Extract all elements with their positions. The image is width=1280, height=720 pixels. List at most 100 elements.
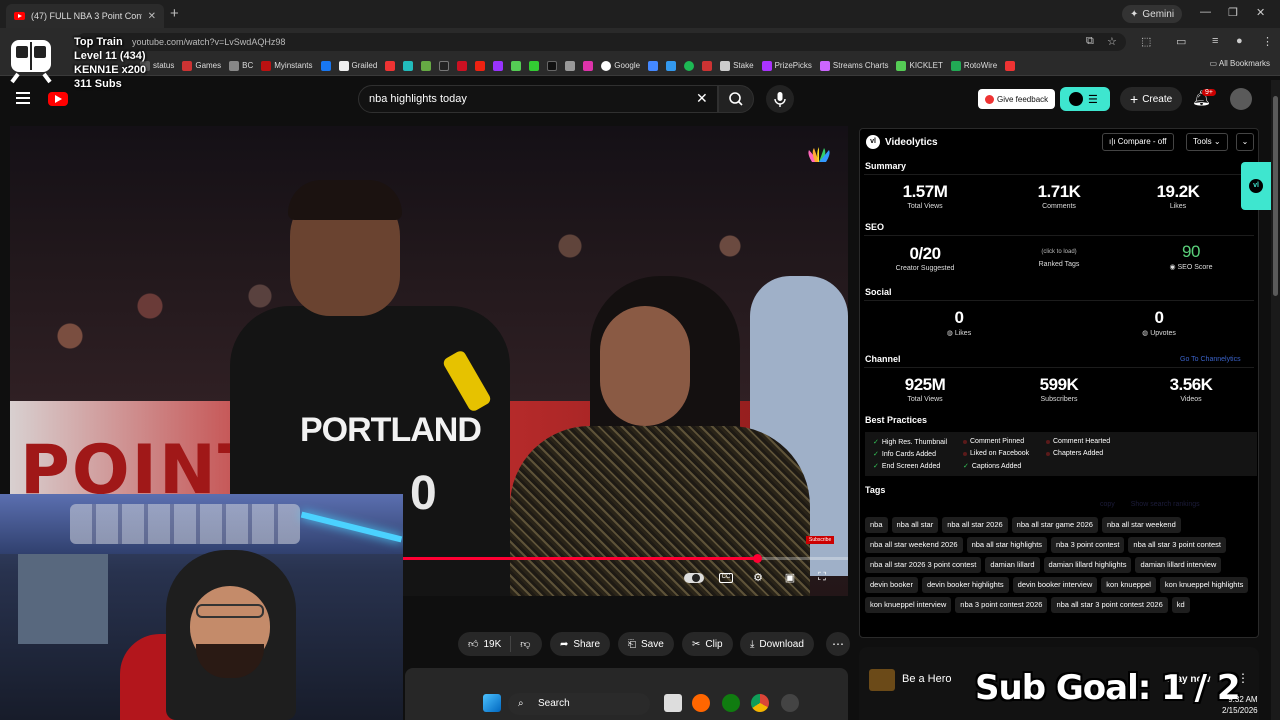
more-actions-button[interactable]: ⋯ [826, 632, 850, 656]
windows-start-icon[interactable] [483, 694, 501, 712]
tag-chip[interactable]: kon knueppel interview [865, 597, 952, 613]
account-avatar[interactable] [1230, 88, 1252, 110]
tag-chip[interactable]: nba all star [891, 517, 939, 533]
bookmark-misc[interactable] [529, 60, 540, 71]
restore-icon[interactable]: ❐ [1228, 6, 1238, 19]
autoplay-toggle[interactable] [684, 573, 704, 583]
tag-chip[interactable]: nba all star 2026 3 point contest [865, 557, 982, 573]
bookmark-misc[interactable] [511, 60, 522, 71]
create-button[interactable]: + Create [1120, 87, 1183, 111]
bookmark-facebook[interactable] [320, 60, 331, 71]
collapse-panel-button[interactable]: ⌄ [1236, 133, 1254, 151]
bookmark-misc[interactable] [475, 60, 486, 71]
click-to-load-hint[interactable]: (click to load) [1004, 249, 1114, 255]
videolytics-side-tab[interactable]: vl [1241, 162, 1271, 210]
bookmark-prizepicks[interactable]: PrizePicks [761, 60, 812, 71]
bookmark-misc[interactable] [547, 60, 558, 71]
compare-button[interactable]: ı|ı Compare - off [1102, 133, 1174, 151]
profile-icon[interactable]: ● [1236, 35, 1243, 47]
search-button[interactable] [718, 85, 754, 113]
minimize-icon[interactable]: — [1200, 6, 1211, 18]
download-button[interactable]: ⤓ Download [740, 632, 814, 656]
miniplayer-icon[interactable]: ▣ [781, 571, 799, 585]
tag-chip[interactable]: kon knueppel [1101, 577, 1156, 593]
thumbs-down-icon[interactable]: 👎︎ [520, 638, 530, 650]
tag-chip[interactable]: devin booker interview [1012, 577, 1098, 593]
bookmark-misc[interactable] [648, 60, 659, 71]
tag-chip[interactable]: damian lillard [985, 557, 1040, 573]
close-window-icon[interactable]: ✕ [1256, 6, 1265, 19]
bookmark-misc[interactable] [583, 60, 594, 71]
tag-chip[interactable]: nba all star weekend 2026 [865, 537, 963, 553]
tag-chip[interactable]: nba 3 point contest [1051, 537, 1125, 553]
clip-button[interactable]: ✂ Clip [682, 632, 733, 656]
share-button[interactable]: ➦ Share [550, 632, 611, 656]
subscribe-watermark[interactable]: Subscribe [806, 536, 835, 544]
chrome-icon[interactable] [751, 694, 769, 712]
tag-chip[interactable]: devin booker highlights [921, 577, 1009, 593]
search-input[interactable]: nba highlights today [358, 85, 718, 113]
tab-close-button[interactable]: ✕ [148, 11, 156, 22]
like-count[interactable]: 19K [483, 639, 501, 650]
menu-icon[interactable] [16, 92, 30, 104]
reading-list-icon[interactable]: ≡ [1212, 35, 1218, 47]
videolytics-toggle-button[interactable]: ☰ [1060, 87, 1110, 111]
bookmark-misc[interactable] [1005, 60, 1016, 71]
bookmark-misc[interactable] [684, 60, 695, 71]
voice-search-button[interactable] [766, 85, 794, 113]
clear-search-icon[interactable]: ✕ [696, 90, 708, 107]
browser-tab[interactable]: (47) FULL NBA 3 Point Contest ✕ [6, 4, 164, 28]
give-feedback-button[interactable]: Give feedback [978, 89, 1056, 109]
tag-chip[interactable]: nba all star weekend [1101, 517, 1181, 533]
bookmark-misc[interactable] [421, 60, 432, 71]
bookmark-misc[interactable] [565, 60, 576, 71]
url-field[interactable]: youtube.com/watch?v=LvSwdAQHz98 [76, 33, 1126, 51]
bookmark-misc[interactable] [439, 60, 450, 71]
youtube-logo-icon[interactable] [48, 92, 68, 106]
install-icon[interactable]: ⧉ [1086, 35, 1094, 48]
bookmark-misc[interactable] [385, 60, 396, 71]
tag-chip[interactable]: nba all star game 2026 [1011, 517, 1098, 533]
captions-button[interactable]: CC [719, 573, 733, 583]
tag-chip[interactable]: devin booker [865, 577, 918, 593]
tag-chip[interactable]: nba all star 3 point contest [1128, 537, 1226, 553]
tag-chip[interactable]: kd [1171, 597, 1190, 613]
bookmark-myinstants[interactable]: Myinstants [261, 60, 313, 71]
bookmark-misc[interactable] [457, 60, 468, 71]
bookmark-games[interactable]: Games [182, 60, 221, 71]
file-explorer-icon[interactable] [664, 694, 682, 712]
settings-gear-icon[interactable]: ⚙ [749, 571, 767, 585]
sidepanel-icon[interactable]: ▭ [1176, 35, 1186, 48]
all-bookmarks-button[interactable]: ▭ All Bookmarks [1210, 59, 1270, 68]
extensions-icon[interactable]: ⬚ [1141, 35, 1151, 48]
star-icon[interactable]: ☆ [1107, 35, 1117, 48]
firefox-icon[interactable] [692, 694, 710, 712]
obs-icon[interactable] [781, 694, 799, 712]
tools-dropdown[interactable]: Tools ⌄ [1186, 133, 1228, 151]
kebab-menu-icon[interactable]: ⋮ [1262, 35, 1273, 48]
tag-chip[interactable]: nba all star 2026 [942, 517, 1008, 533]
xbox-icon[interactable] [722, 694, 740, 712]
bookmark-grailed[interactable]: Grailed [338, 60, 377, 71]
bookmark-google[interactable]: Google [601, 60, 640, 71]
tag-chip[interactable]: nba all star highlights [966, 537, 1048, 553]
taskbar-search[interactable]: ⌕ Search [508, 693, 650, 715]
bookmark-stake[interactable]: Stake [720, 60, 754, 71]
bookmark-misc[interactable] [666, 60, 677, 71]
tag-chip[interactable]: nba [865, 517, 888, 533]
show-search-rankings-button[interactable]: Show search rankings [1131, 501, 1200, 508]
bookmark-kicklet[interactable]: KICKLET [896, 60, 943, 71]
new-tab-button[interactable]: + [170, 5, 179, 22]
bookmark-bc[interactable]: BC [229, 60, 253, 71]
save-button[interactable]: ⎗ Save [618, 632, 674, 656]
bookmark-misc[interactable] [493, 60, 504, 71]
stat-creator-suggested[interactable]: 0/20 Creator Suggested [870, 244, 980, 272]
tag-chip[interactable]: nba all star 3 point contest 2026 [1051, 597, 1168, 613]
go-to-channelytics-link[interactable]: Go To Channelytics [1180, 356, 1241, 363]
thumbs-up-icon[interactable]: 👍︎ [468, 638, 478, 650]
bookmark-rotowire[interactable]: RotoWire [950, 60, 997, 71]
tag-chip[interactable]: kon knueppel highlights [1159, 577, 1249, 593]
gemini-button[interactable]: ✦ Gemini [1122, 5, 1183, 23]
copy-tags-button[interactable]: copy [1100, 501, 1115, 508]
tag-chip[interactable]: damian lillard highlights [1043, 557, 1132, 573]
